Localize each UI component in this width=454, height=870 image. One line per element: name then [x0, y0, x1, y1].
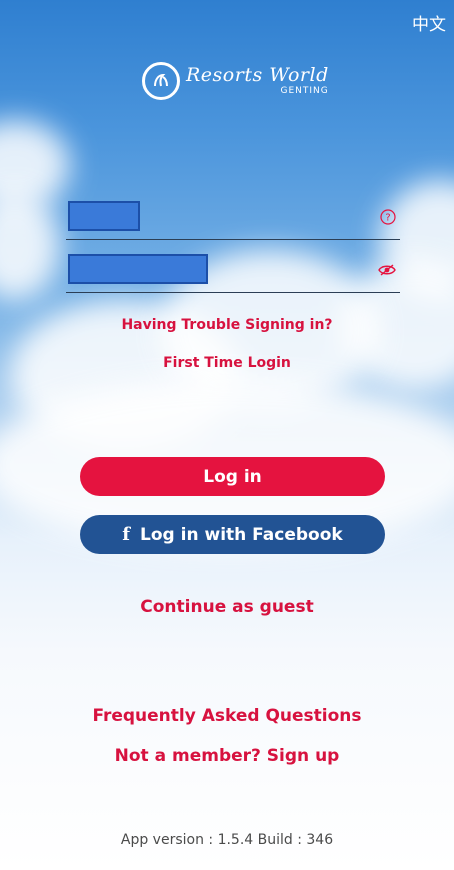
- language-toggle[interactable]: 中文: [412, 10, 446, 35]
- first-time-login-link[interactable]: First Time Login: [0, 355, 454, 371]
- signup-link[interactable]: Not a member? Sign up: [0, 746, 454, 766]
- password-field[interactable]: [66, 254, 400, 293]
- login-screen: 中文 Resorts World GENTING ? Having Troubl…: [0, 0, 454, 870]
- question-circle-icon[interactable]: ?: [380, 209, 396, 225]
- app-version: App version : 1.5.4 Build : 346: [120, 832, 334, 848]
- cloud-decoration: [0, 190, 60, 300]
- facebook-button-label: Log in with Facebook: [140, 524, 343, 545]
- logo-title: Resorts World: [186, 64, 329, 86]
- svg-text:?: ?: [385, 213, 390, 224]
- login-button[interactable]: Log in: [80, 457, 385, 496]
- brand-logo: Resorts World GENTING: [142, 62, 329, 100]
- logo-icon: [142, 62, 180, 100]
- facebook-login-button[interactable]: f Log in with Facebook: [80, 515, 385, 554]
- logo-subtitle: GENTING: [280, 86, 329, 96]
- faq-link[interactable]: Frequently Asked Questions: [0, 706, 454, 726]
- trouble-signing-in-link[interactable]: Having Trouble Signing in?: [0, 317, 454, 333]
- password-redaction: [68, 254, 208, 284]
- eye-icon[interactable]: [378, 262, 396, 278]
- username-redaction: [68, 201, 140, 231]
- facebook-icon: f: [122, 524, 131, 545]
- username-field[interactable]: ?: [66, 201, 400, 240]
- continue-as-guest-link[interactable]: Continue as guest: [0, 597, 454, 617]
- login-button-label: Log in: [203, 466, 262, 487]
